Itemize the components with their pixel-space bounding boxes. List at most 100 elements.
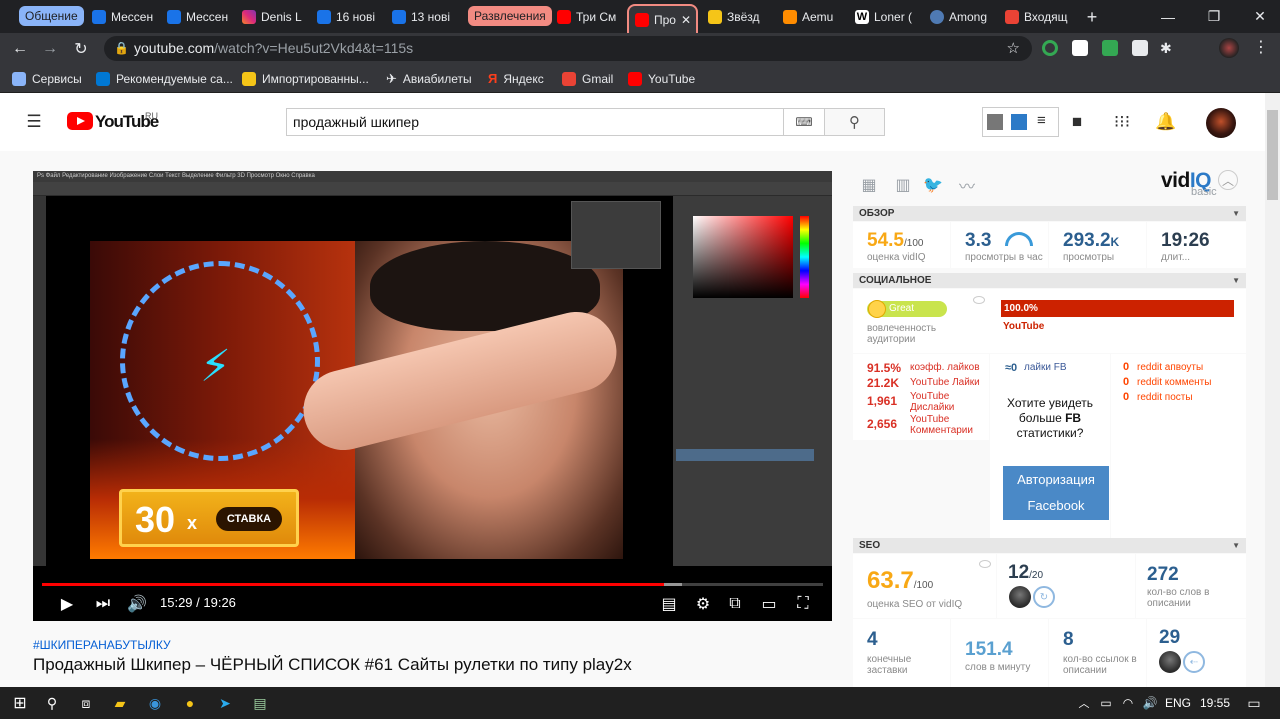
settings-button[interactable]: ⚙: [691, 592, 715, 616]
tab-wikipedia[interactable]: W Loner (: [849, 4, 923, 30]
apps-grid-icon[interactable]: ⁝⁝⁝: [1110, 110, 1134, 134]
eye-icon[interactable]: [979, 560, 991, 568]
wifi-icon[interactable]: ◠: [1118, 693, 1138, 713]
edge-icon[interactable]: ◉: [145, 693, 165, 713]
bar-chart-icon[interactable]: ▥: [893, 176, 913, 194]
twitter-icon[interactable]: 🐦: [923, 176, 943, 194]
seo-score: 63.7/100 оценка SEO от vidIQ: [853, 554, 996, 618]
seo-subscribers: 29 ⇠: [1147, 619, 1246, 687]
hamburger-menu-icon[interactable]: ☰: [22, 110, 46, 134]
video-hashtag[interactable]: #ШКИПЕРАНАБУТЫЛКУ: [33, 638, 171, 652]
plane-icon: ✈: [386, 70, 397, 86]
tab-notifications-16[interactable]: 16 нові: [311, 4, 386, 30]
theater-button[interactable]: ▭: [757, 592, 781, 616]
chart-icon[interactable]: [987, 114, 1003, 130]
tab-group-communication[interactable]: Общение: [19, 6, 84, 26]
play-button[interactable]: ▶: [55, 592, 79, 616]
forward-arrow-icon[interactable]: →: [40, 39, 60, 59]
file-explorer-icon[interactable]: ▰: [110, 693, 130, 713]
task-view-icon[interactable]: ⧈: [76, 693, 96, 713]
next-button[interactable]: ⏭: [91, 592, 115, 616]
bookmark-recommended[interactable]: Рекомендуемые са...: [96, 70, 233, 87]
search-button[interactable]: ⚲: [824, 108, 885, 136]
youtube-logo-icon[interactable]: [67, 112, 93, 130]
chevron-up-icon[interactable]: ︿: [1218, 170, 1238, 190]
caret-down-icon: ▼: [1232, 209, 1240, 218]
tab-group-entertainment[interactable]: Развлечения: [468, 6, 552, 26]
tab-stars[interactable]: Звёзд: [702, 4, 774, 30]
trend-icon[interactable]: 〰: [957, 176, 977, 196]
keyboard-icon[interactable]: ⌨: [784, 108, 824, 136]
chrome-icon[interactable]: ●: [180, 693, 200, 713]
extension-download-icon[interactable]: [1102, 40, 1118, 56]
search-icon[interactable]: ⚲: [42, 693, 62, 713]
section-overview[interactable]: ОБЗОР ▼: [853, 206, 1246, 221]
extension-sc-icon[interactable]: [1072, 40, 1088, 56]
notifications-icon[interactable]: ▭: [1244, 693, 1264, 713]
stat-value: 21.2K: [867, 376, 900, 390]
tab-notifications-13[interactable]: 13 нові: [386, 4, 461, 30]
lightning-icon: ⚡: [200, 342, 231, 391]
account-avatar[interactable]: [1206, 108, 1236, 138]
list-icon[interactable]: ≡: [1037, 112, 1046, 129]
subtitles-button[interactable]: ▤: [657, 592, 681, 616]
address-bar[interactable]: 🔒 youtube.com/watch?v=Heu5ut2Vkd4&t=115s…: [104, 36, 1032, 61]
search-input[interactable]: продажный шкипер: [286, 108, 784, 136]
lock-icon: 🔒: [114, 41, 129, 55]
section-social[interactable]: СОЦИАЛЬНОЕ ▼: [853, 273, 1246, 288]
section-seo[interactable]: SEO ▼: [853, 538, 1246, 553]
extension-ring-icon[interactable]: [1042, 40, 1058, 56]
extension-doc-icon[interactable]: [1132, 40, 1148, 56]
minimize-icon[interactable]: —: [1145, 0, 1191, 33]
bookmark-star-icon[interactable]: ☆: [1007, 36, 1020, 61]
bookmark-gmail[interactable]: Gmail: [562, 70, 613, 87]
vidiq-play-icon[interactable]: [1011, 114, 1027, 130]
subtitles-icon: ▤: [661, 596, 677, 613]
tab-youtube-active[interactable]: Про ✕: [627, 4, 698, 33]
telegram-icon[interactable]: ➤: [215, 693, 235, 713]
tab-strip: Общение Мессен Мессен Denis L 16 нові 13…: [0, 0, 1280, 33]
grid-icon[interactable]: ▦: [859, 176, 879, 194]
bookmark-services[interactable]: Сервисы: [12, 70, 82, 87]
tab-messenger-2[interactable]: Мессен: [161, 4, 236, 30]
bookmark-imported[interactable]: Импортированны...: [242, 70, 369, 87]
bookmark-youtube[interactable]: YouTube: [628, 70, 695, 87]
fullscreen-button[interactable]: ⛶: [791, 592, 815, 616]
tab-messenger-1[interactable]: Мессен: [86, 4, 161, 30]
tab-steam[interactable]: Among: [924, 4, 998, 30]
video-player[interactable]: Ps Файл Редактирование Изображение Слои …: [33, 171, 832, 621]
gear-icon: ⚙: [695, 596, 711, 613]
facebook-login-button[interactable]: Авторизация Facebook: [1003, 466, 1109, 520]
bookmark-yandex[interactable]: Я Яндекс: [488, 70, 544, 87]
tab-gmail[interactable]: Входящ: [999, 4, 1074, 30]
message-icon: [167, 10, 181, 24]
clock[interactable]: 19:55: [1200, 696, 1230, 710]
extensions-puzzle-icon[interactable]: ✱: [1160, 40, 1176, 56]
create-video-icon[interactable]: ■: [1065, 110, 1089, 134]
volume-button[interactable]: 🔊: [125, 592, 149, 616]
new-tab-button[interactable]: +: [1080, 4, 1104, 30]
tray-chevron-icon[interactable]: ︿: [1074, 693, 1094, 713]
windows-start-icon[interactable]: ⊞: [10, 693, 30, 713]
tab-instagram[interactable]: Denis L: [236, 4, 311, 30]
menu-dots-icon[interactable]: ⋮: [1253, 40, 1269, 56]
tab-youtube-1[interactable]: Три См: [551, 4, 626, 30]
eye-icon[interactable]: [973, 296, 985, 304]
user-avatar: [1009, 586, 1031, 608]
progress-played: [42, 583, 664, 586]
profile-avatar[interactable]: [1219, 38, 1239, 58]
reload-icon[interactable]: ↻: [71, 39, 91, 59]
bell-icon[interactable]: 🔔: [1154, 110, 1178, 134]
close-icon[interactable]: ✕: [681, 13, 691, 27]
miniplayer-button[interactable]: ⧉: [723, 592, 747, 616]
network-icon[interactable]: ▭: [1096, 693, 1116, 713]
language-indicator[interactable]: ENG: [1165, 696, 1191, 710]
bookmark-flights[interactable]: ✈ Авиабилеты: [386, 70, 472, 87]
window-close-icon[interactable]: ✕: [1237, 0, 1280, 33]
notepad-icon[interactable]: ▤: [250, 693, 270, 713]
back-arrow-icon[interactable]: ←: [10, 39, 30, 59]
tab-aemu[interactable]: Aemu: [777, 4, 849, 30]
maximize-icon[interactable]: ❐: [1191, 0, 1237, 33]
volume-icon[interactable]: 🔊: [1140, 693, 1160, 713]
page-scrollbar-thumb[interactable]: [1267, 110, 1278, 200]
